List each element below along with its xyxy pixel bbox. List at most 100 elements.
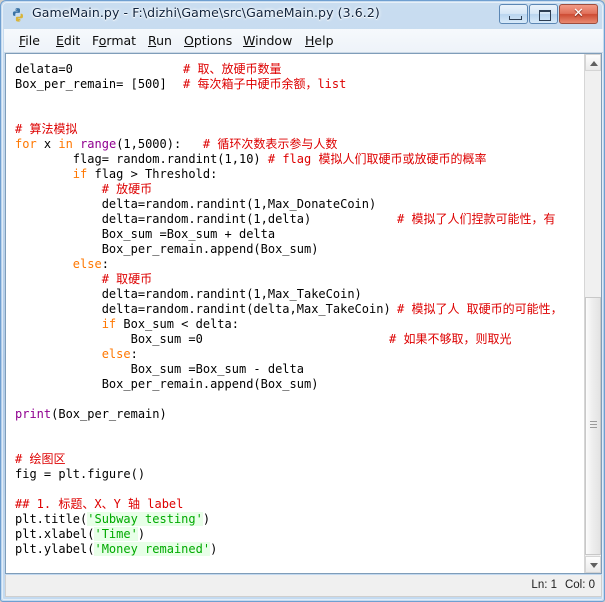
code-token: Box_sum =Box_sum + delta <box>15 227 276 241</box>
code-line: delata=0 <box>15 62 73 77</box>
code-line: # 取硬币 <box>15 272 152 287</box>
code-token: ) <box>202 512 211 526</box>
code-line: for x in range(1,5000): # 循环次数表示参与人数 <box>15 137 337 152</box>
code-token: else <box>101 347 131 361</box>
code-token: Box_per_remain.append(Box_sum) <box>15 377 319 391</box>
code-token: in <box>58 137 73 151</box>
menu-item-edit[interactable]: Edit <box>52 32 84 51</box>
code-line: delta=random.randint(delta,Max_TakeCoin) <box>15 302 391 317</box>
code-token: plt.title( <box>15 512 88 526</box>
code-token: else <box>72 257 102 271</box>
code-line: Box_per_remain= [500] <box>15 77 167 92</box>
title-bar[interactable]: GameMain.py - F:\dizhi\Game\src\GameMain… <box>1 1 605 29</box>
code-line: plt.xlabel('Time') <box>15 527 145 542</box>
code-token: ) <box>210 542 218 556</box>
code-token: 'Subway testing' <box>87 512 203 526</box>
code-token: # 算法模拟 <box>15 122 78 136</box>
code-line: fig = plt.figure() <box>15 467 145 482</box>
code-comment: # 如果不够取，则取光 <box>389 332 512 346</box>
menu-item-run[interactable]: Run <box>144 32 176 51</box>
idle-editor-window: GameMain.py - F:\dizhi\Game\src\GameMain… <box>0 0 605 602</box>
code-line: plt.ylabel('Money remained') <box>15 542 217 557</box>
code-line: if flag > Threshold: <box>15 167 218 182</box>
code-token: delta=random.randint(1,Max_DonateCoin) <box>15 197 377 211</box>
code-token: # 循环次数表示参与人数 <box>202 137 338 151</box>
code-token: ## 1. 标题、X、Y 轴 label <box>15 497 184 511</box>
maximize-icon <box>539 10 551 21</box>
code-token: delta=random.randint(1,Max_TakeCoin) <box>15 287 362 301</box>
code-token: x <box>36 137 59 151</box>
code-token: # 放硬币 <box>101 182 153 196</box>
code-line: # 算法模拟 <box>15 122 77 137</box>
code-line: x= np.arange(len(Box_per_remain)) <box>15 572 253 573</box>
code-line: plt.title('Subway testing') <box>15 512 210 527</box>
scroll-up-arrow-icon <box>590 61 598 66</box>
code-line: delta=random.randint(1,delta) <box>15 212 312 227</box>
code-token: len <box>109 572 131 573</box>
code-token: flag= random.randint(1,10) <box>15 152 268 166</box>
code-token: range <box>80 137 117 151</box>
code-token: fig = plt.figure() <box>15 467 146 481</box>
code-line: else: <box>15 347 138 362</box>
code-line: if Box_sum < delta: <box>15 317 239 332</box>
code-token: plt.xlabel( <box>15 527 95 541</box>
code-token: delta=random.randint(delta,Max_TakeCoin) <box>15 302 391 316</box>
menu-item-options[interactable]: Options <box>180 32 236 51</box>
code-token: if <box>72 167 88 181</box>
menu-item-window[interactable]: Window <box>239 32 296 51</box>
window-title: GameMain.py - F:\dizhi\Game\src\GameMain… <box>32 5 380 20</box>
code-line: # 放硬币 <box>15 182 152 197</box>
code-line: Box_per_remain.append(Box_sum) <box>15 242 319 257</box>
code-line: Box_sum =Box_sum + delta <box>15 227 275 242</box>
close-icon: ✕ <box>573 6 584 21</box>
code-line: delta=random.randint(1,Max_TakeCoin) <box>15 287 362 302</box>
code-token: plt.ylabel( <box>15 542 95 556</box>
close-button[interactable]: ✕ <box>559 4 598 24</box>
code-token: # flag 模拟人们取硬币或放硬币的概率 <box>267 152 487 166</box>
status-column-number: Col: 0 <box>564 579 595 591</box>
maximize-button[interactable] <box>529 4 558 24</box>
code-text-area[interactable]: delata=0 Box_per_remain= [500] # 算法模拟 for x… <box>6 54 584 573</box>
code-token: 'Money remained' <box>94 542 211 556</box>
vertical-scrollbar[interactable] <box>584 54 601 573</box>
code-token: delta=random.randint(1,delta) <box>15 212 312 226</box>
code-comment: # 模拟了人 取硬币的可能性， <box>397 302 563 316</box>
scroll-up-button[interactable] <box>585 54 601 71</box>
code-token: ) <box>137 527 146 541</box>
code-token: Box_per_remain.append(Box_sum) <box>15 242 319 256</box>
code-line: print(Box_per_remain) <box>15 407 167 422</box>
code-token: Box_sum < delta: <box>116 317 239 331</box>
status-line-number: Ln: 1 <box>531 579 557 591</box>
code-token: Box_per_remain= [500] <box>15 77 167 91</box>
scrollbar-thumb[interactable] <box>585 297 601 555</box>
scroll-down-button[interactable] <box>585 556 601 573</box>
code-comment: # 每次箱子中硬币余额，list <box>183 77 347 91</box>
code-token: # 绘图区 <box>15 452 66 466</box>
code-line: # 绘图区 <box>15 452 65 467</box>
code-token: for <box>15 137 37 151</box>
code-line: Box_sum =Box_sum - delta <box>15 362 304 377</box>
code-token: # 取硬币 <box>101 272 153 286</box>
menu-bar: File Edit Format Run Options Window Help <box>4 29 603 53</box>
menu-item-format[interactable]: Format <box>88 32 140 51</box>
status-bar: Ln: 1 Col: 0 <box>5 575 602 597</box>
code-token: flag > Threshold: <box>87 167 218 181</box>
code-line: Box_sum =0 <box>15 332 203 347</box>
code-token: (Box_per_remain)) <box>131 572 254 573</box>
code-line: Box_per_remain.append(Box_sum) <box>15 377 319 392</box>
menu-item-file[interactable]: File <box>15 32 44 51</box>
minimize-button[interactable] <box>499 4 528 24</box>
scroll-down-arrow-icon <box>590 563 598 568</box>
menu-item-help[interactable]: Help <box>301 32 338 51</box>
code-line: ## 1. 标题、X、Y 轴 label <box>15 497 183 512</box>
code-token: 'Time' <box>94 527 138 541</box>
code-token: print <box>15 407 52 421</box>
code-token: (Box_per_remain) <box>51 407 167 421</box>
